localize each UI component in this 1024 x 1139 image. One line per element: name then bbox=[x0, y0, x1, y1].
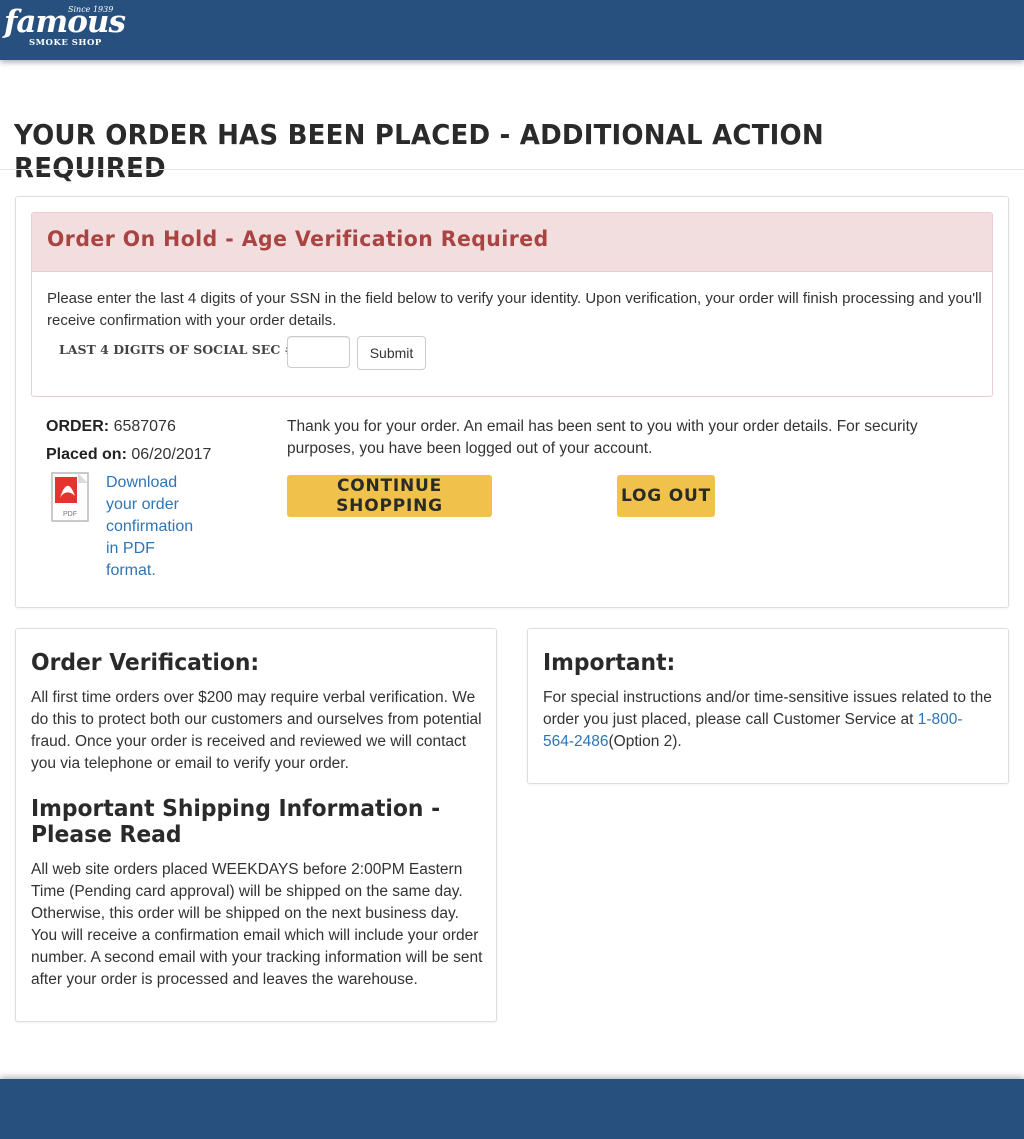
pdf-file-icon[interactable]: PDF bbox=[51, 472, 89, 522]
order-verification-heading: Order Verification: bbox=[31, 650, 260, 676]
shipping-info-heading: Important Shipping Information - Please … bbox=[31, 796, 441, 848]
important-text-end: (Option 2). bbox=[608, 733, 682, 750]
alert-message: Please enter the last 4 digits of your S… bbox=[47, 290, 982, 329]
title-divider bbox=[0, 169, 1024, 170]
order-verification-text: All first time orders over $200 may requ… bbox=[31, 689, 482, 772]
continue-shopping-button[interactable]: CONTINUE SHOPPING bbox=[287, 475, 492, 517]
site-header: famous Since 1939 SMOKE SHOP bbox=[0, 0, 1024, 60]
page-title: YOUR ORDER HAS BEEN PLACED - ADDITIONAL … bbox=[14, 118, 824, 184]
log-out-button[interactable]: LOG OUT bbox=[617, 475, 715, 517]
important-text: For special instructions and/or time-sen… bbox=[543, 687, 993, 753]
logo-subtitle-text: SMOKE SHOP bbox=[29, 38, 102, 48]
shipping-info-text: All web site orders placed WEEKDAYS befo… bbox=[31, 861, 483, 988]
order-thank-you-message: Thank you for your order. An email has b… bbox=[287, 418, 918, 457]
alert-header: Order On Hold - Age Verification Require… bbox=[32, 213, 992, 272]
famous-smoke-shop-logo[interactable]: famous Since 1939 SMOKE SHOP bbox=[4, 4, 126, 52]
download-pdf-link[interactable]: Download your order confirmation in PDF … bbox=[106, 472, 202, 582]
alert-title: Order On Hold - Age Verification Require… bbox=[47, 227, 549, 251]
order-number-line: ORDER: 6587076 bbox=[46, 418, 176, 436]
logo-since-text: Since 1939 bbox=[68, 5, 114, 14]
placed-date-label: Placed on: bbox=[46, 446, 127, 463]
order-number-label: ORDER: bbox=[46, 418, 110, 435]
ssn-field-label: LAST 4 DIGITS OF SOCIAL SEC # bbox=[59, 342, 296, 357]
ssn-submit-button[interactable]: Submit bbox=[357, 336, 426, 370]
important-heading: Important: bbox=[543, 650, 676, 676]
site-footer bbox=[0, 1079, 1024, 1139]
placed-date-line: Placed on: 06/20/2017 bbox=[46, 446, 211, 464]
age-verification-alert: Order On Hold - Age Verification Require… bbox=[31, 212, 993, 397]
order-number-value: 6587076 bbox=[113, 418, 176, 435]
placed-date-value: 06/20/2017 bbox=[131, 446, 212, 463]
pdf-icon-label: PDF bbox=[63, 511, 77, 518]
ssn-last4-input[interactable] bbox=[287, 336, 350, 368]
